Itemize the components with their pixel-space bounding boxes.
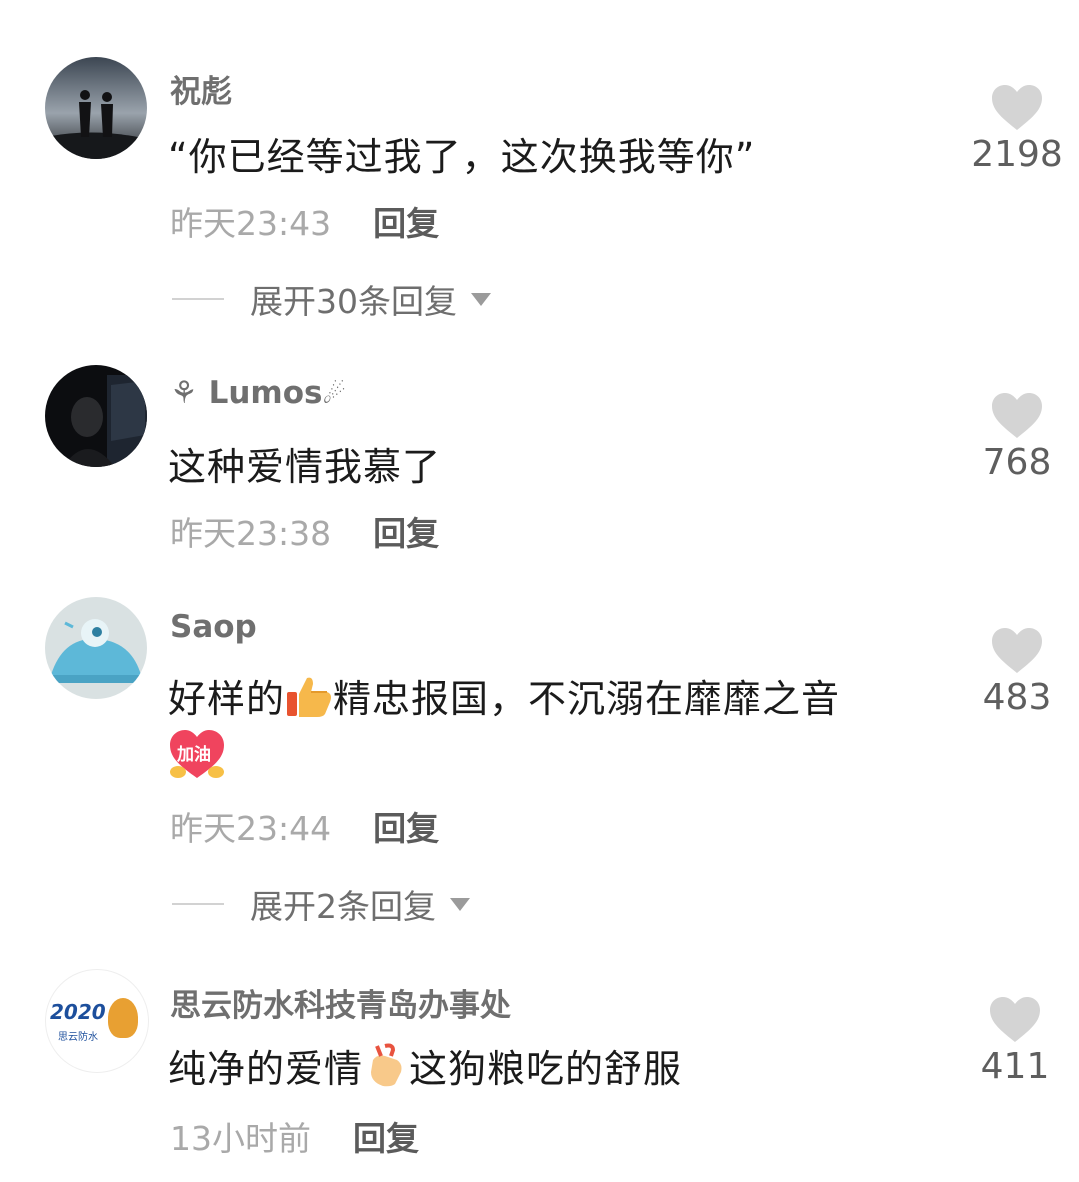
divider (172, 903, 224, 905)
like-count: 411 (980, 1046, 1050, 1087)
avatar[interactable]: 2020 思云防水 (45, 969, 149, 1073)
heart-icon (992, 628, 1042, 673)
reply-button[interactable]: 回复 (353, 1119, 419, 1158)
comment-text: 纯净的爱情 这狗粮吃的舒服 (168, 1038, 682, 1097)
username[interactable]: Saop (170, 609, 257, 645)
avatar[interactable] (45, 597, 147, 699)
timestamp: 昨天23:43 (170, 204, 332, 243)
like-button[interactable]: 768 (957, 392, 1077, 483)
expand-label: 展开2条回复 (250, 887, 436, 926)
avatar-logo-text: 2020 (50, 1000, 106, 1024)
like-count: 483 (982, 677, 1052, 718)
reply-button[interactable]: 回复 (373, 204, 439, 243)
comment-meta: 13小时前 回复 (170, 1112, 419, 1160)
comment-text: 这种爱情我慕了 (168, 445, 442, 489)
expand-label: 展开30条回复 (250, 282, 457, 321)
like-count: 768 (982, 442, 1052, 483)
lion-icon (108, 998, 138, 1038)
like-button[interactable]: 483 (957, 627, 1077, 718)
comment-meta: 昨天23:43 回复 (170, 197, 439, 245)
finger-heart-emoji (363, 1042, 409, 1097)
username-text: Lumos (208, 375, 323, 411)
comment-text: “你已经等过我了，这次换我等你” (168, 135, 756, 179)
comment-text-part: 精忠报国，不沉溺在靡靡之音 (333, 677, 841, 721)
avatar[interactable] (45, 57, 147, 159)
username[interactable]: 祝彪 (170, 66, 232, 111)
jiayou-label: 加油 (177, 745, 211, 765)
avatar[interactable] (45, 365, 147, 467)
comment-text: 好样的 精忠报国，不沉溺在靡靡之音 (168, 668, 840, 727)
heart-icon (992, 85, 1042, 130)
comment-text-part: 好样的 (168, 677, 286, 721)
comment-meta: 昨天23:38 回复 (170, 507, 439, 555)
timestamp: 13小时前 (170, 1119, 311, 1158)
thumbs-up-emoji (285, 674, 333, 727)
expand-replies-button[interactable]: 展开30条回复 (172, 275, 491, 323)
heart-icon (992, 393, 1042, 438)
sparkle-icon: ☄ (322, 380, 346, 410)
reply-button[interactable]: 回复 (373, 809, 439, 848)
timestamp: 昨天23:44 (170, 809, 332, 848)
expand-replies-button[interactable]: 展开2条回复 (172, 880, 470, 928)
jiayou-heart-sticker: 加油 (168, 728, 226, 780)
heart-icon (990, 997, 1040, 1042)
comment-text-part: 这狗粮吃的舒服 (409, 1047, 683, 1091)
caret-down-icon (450, 897, 470, 911)
timestamp: 昨天23:38 (170, 514, 332, 553)
username[interactable]: 思云防水科技青岛办事处 (170, 980, 511, 1025)
like-button[interactable]: 2198 (957, 84, 1077, 175)
reply-button[interactable]: 回复 (373, 514, 439, 553)
divider (172, 298, 224, 300)
like-button[interactable]: 411 (955, 996, 1075, 1087)
comment-text-part: 纯净的爱情 (168, 1047, 364, 1091)
comment-meta: 昨天23:44 回复 (170, 802, 439, 850)
avatar-logo-subtext: 思云防水 (58, 1032, 98, 1043)
caret-down-icon (471, 292, 491, 306)
username[interactable]: ⚘ Lumos☄ (170, 375, 346, 411)
flower-icon: ⚘ (170, 375, 198, 411)
like-count: 2198 (971, 134, 1063, 175)
